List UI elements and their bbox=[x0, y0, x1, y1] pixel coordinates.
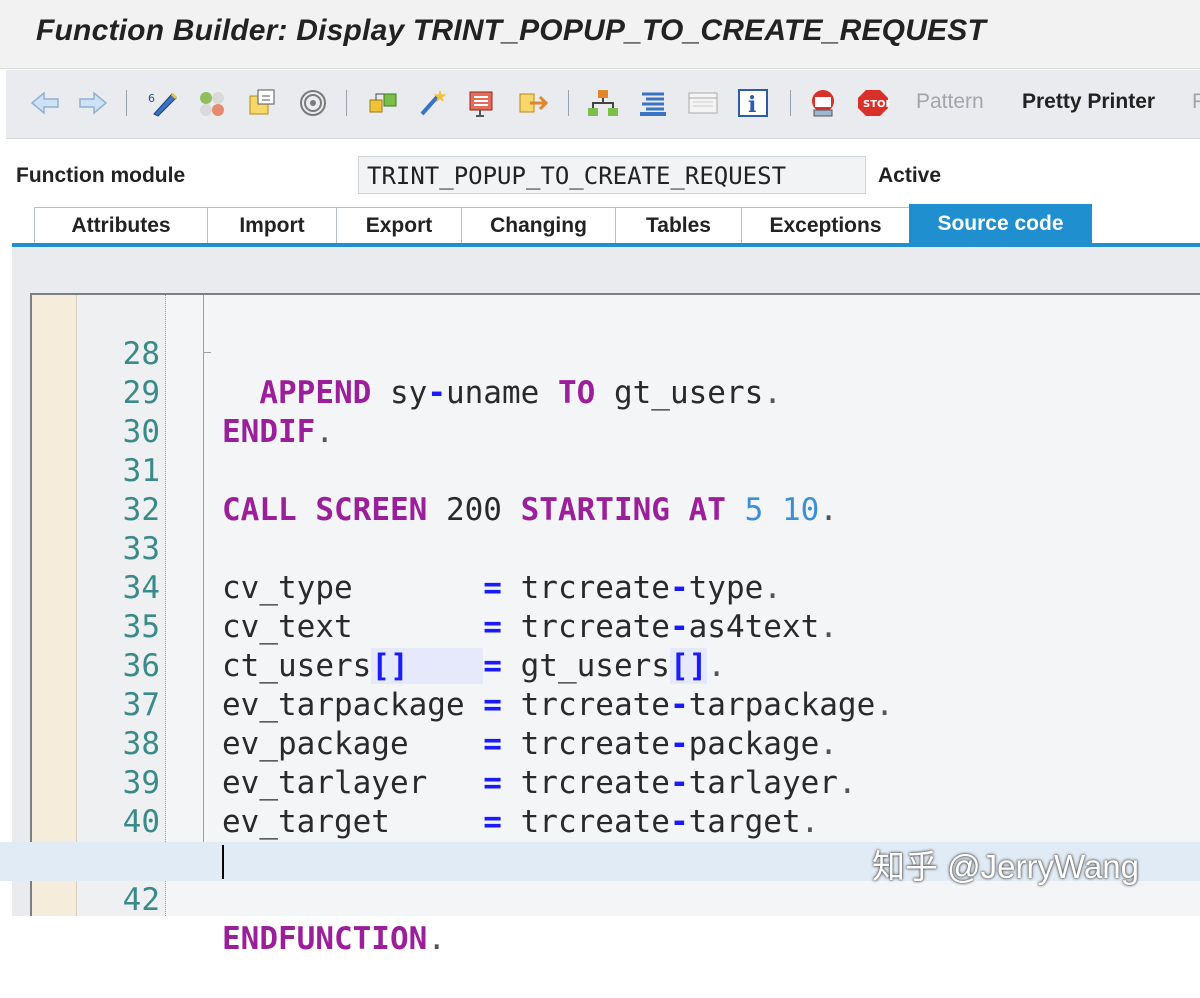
line-number: 42 bbox=[122, 882, 160, 918]
function-module-field[interactable]: TRINT_POPUP_TO_CREATE_REQUEST bbox=[358, 156, 866, 194]
tab-attributes[interactable]: Attributes bbox=[34, 207, 208, 243]
watermark: 知乎 @JerryWang bbox=[872, 848, 1139, 885]
jump-icon[interactable] bbox=[516, 86, 550, 120]
tab-import[interactable]: Import bbox=[207, 207, 337, 243]
title-bar: Function Builder: Display TRINT_POPUP_TO… bbox=[0, 0, 1200, 69]
function-module-row: Function module TRINT_POPUP_TO_CREATE_RE… bbox=[0, 150, 1200, 204]
tab-strip: Attributes Import Export Changing Tables… bbox=[0, 204, 1200, 247]
pattern-button[interactable]: Pattern bbox=[916, 90, 984, 114]
tab-changing[interactable]: Changing bbox=[461, 207, 616, 243]
toolbar-separator bbox=[568, 90, 569, 116]
check-icon[interactable] bbox=[366, 86, 400, 120]
where-used-icon[interactable] bbox=[296, 86, 330, 120]
code-line: 32 bbox=[0, 452, 1200, 528]
code-line: 39 ev_target = trcreate-target. bbox=[0, 725, 1200, 840]
toolbar-separator bbox=[346, 90, 347, 116]
pretty-printer-button[interactable]: Pretty Printer bbox=[1022, 90, 1155, 114]
text-cursor bbox=[222, 845, 224, 879]
tab-exceptions[interactable]: Exceptions bbox=[741, 207, 910, 243]
info-icon[interactable]: i bbox=[736, 86, 770, 120]
code-line: 37 ev_package = trcreate-package. bbox=[0, 647, 1200, 762]
overflow-toolbar-button[interactable]: P bbox=[1192, 90, 1200, 114]
magic-wand-icon[interactable] bbox=[416, 86, 450, 120]
code-line: 31 CALL SCREEN 200 STARTING AT 5 10. bbox=[0, 413, 1200, 528]
toolbar-separator bbox=[790, 90, 791, 116]
code-line: 33 cv_type = trcreate-type. bbox=[0, 491, 1200, 606]
status-label: Active bbox=[878, 164, 942, 187]
code-line: 35 ct_users[] = gt_users[]. bbox=[0, 569, 1200, 684]
code-line: 36 ev_tarpackage = trcreate-tarpackage. bbox=[0, 608, 1200, 723]
other-object-icon[interactable]: 6 bbox=[146, 86, 180, 120]
function-module-label: Function module bbox=[16, 164, 186, 187]
hierarchy-icon[interactable] bbox=[586, 86, 620, 120]
svg-text:6: 6 bbox=[148, 92, 155, 105]
svg-text:STOP: STOP bbox=[863, 99, 890, 110]
activate-icon[interactable] bbox=[246, 86, 280, 120]
svg-text:i: i bbox=[748, 92, 756, 118]
tab-tables[interactable]: Tables bbox=[615, 207, 742, 243]
toolbar-separator bbox=[126, 90, 127, 116]
code-line: 41 bbox=[0, 803, 1200, 879]
stop-icon[interactable]: STOP bbox=[856, 86, 890, 120]
code-line: 34 cv_text = trcreate-as4text. bbox=[0, 530, 1200, 645]
tab-export[interactable]: Export bbox=[336, 207, 462, 243]
code-line: 38 ev_tarlayer = trcreate-tarlayer. bbox=[0, 686, 1200, 801]
forward-arrow-icon[interactable] bbox=[76, 86, 110, 120]
stack-icon[interactable] bbox=[636, 86, 670, 120]
back-arrow-icon[interactable] bbox=[28, 86, 62, 120]
code-text: ENDFUNCTION. bbox=[222, 921, 446, 957]
code-line: 30 bbox=[0, 374, 1200, 450]
debug-icon[interactable] bbox=[806, 86, 840, 120]
code-line: 29 ENDIF. bbox=[0, 335, 1200, 450]
test-icon[interactable] bbox=[466, 86, 500, 120]
window-title: Function Builder: Display TRINT_POPUP_TO… bbox=[36, 14, 987, 47]
application-toolbar: 6 i STOP Pattern Pretty Printer P bbox=[6, 70, 1200, 139]
display-change-icon[interactable] bbox=[196, 86, 230, 120]
window-icon[interactable] bbox=[686, 86, 720, 120]
tab-source-code[interactable]: Source code bbox=[909, 204, 1092, 243]
code-line: 40 ev_project = trcreate-project. bbox=[0, 764, 1200, 879]
code-line: 28 APPEND sy-uname TO gt_users. bbox=[0, 296, 1200, 411]
